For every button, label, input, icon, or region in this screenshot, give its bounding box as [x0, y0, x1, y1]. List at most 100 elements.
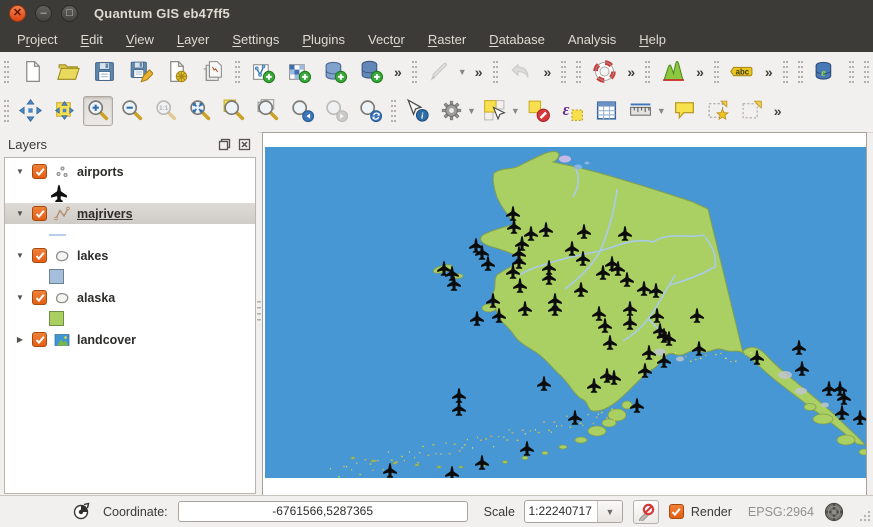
deselect-icon[interactable]: [524, 96, 554, 126]
labeling-icon[interactable]: abc: [727, 57, 757, 87]
map-tools-gear-dropdown-caret-icon[interactable]: ▼: [467, 106, 476, 116]
collapse-arrow-icon[interactable]: ▼: [15, 293, 25, 302]
window-close-button[interactable]: ✕: [9, 5, 26, 22]
mouse-position-icon[interactable]: [72, 502, 91, 521]
window-resize-grip[interactable]: [859, 510, 871, 525]
menu-raster[interactable]: Raster: [428, 32, 466, 47]
toolbar-overflow-chevron-icon[interactable]: »: [392, 64, 404, 80]
add-spatialite-layer-icon[interactable]: [356, 57, 386, 87]
pan-to-selection-icon[interactable]: [49, 96, 79, 126]
evis-database-icon[interactable]: e: [811, 57, 841, 87]
map-canvas[interactable]: [262, 132, 867, 496]
window-minimize-button[interactable]: –: [35, 5, 52, 22]
collapse-arrow-icon[interactable]: ▼: [15, 167, 25, 176]
toolbar-overflow-chevron-icon[interactable]: »: [542, 64, 554, 80]
help-contents-icon[interactable]: [589, 57, 619, 87]
zoom-refresh-icon[interactable]: [355, 96, 385, 126]
window-maximize-button[interactable]: □: [61, 5, 78, 22]
add-raster-layer-icon[interactable]: [284, 57, 314, 87]
menu-vector[interactable]: Vector: [368, 32, 405, 47]
toggle-editing-dropdown-caret-icon[interactable]: ▼: [458, 67, 467, 77]
crs-status-globe-icon[interactable]: [824, 502, 844, 522]
menu-settings[interactable]: Settings: [232, 32, 279, 47]
menu-database[interactable]: Database: [489, 32, 545, 47]
toolbar-drag-handle[interactable]: [233, 59, 242, 85]
layer-item-landcover[interactable]: ▶landcover: [5, 329, 255, 350]
open-project-icon[interactable]: [53, 57, 83, 87]
map-tips-icon[interactable]: [670, 96, 700, 126]
layer-name-label: alaska: [77, 291, 115, 305]
scale-combobox[interactable]: 1:22240717 ▼: [524, 500, 623, 523]
layer-item-alaska[interactable]: ▼ alaska: [5, 287, 255, 308]
toolbar-drag-handle[interactable]: [2, 59, 11, 85]
toolbar-drag-handle[interactable]: [559, 59, 568, 85]
zoom-out-icon[interactable]: [117, 96, 147, 126]
composer-manager-icon[interactable]: [197, 57, 227, 87]
new-project-icon[interactable]: [17, 57, 47, 87]
layer-visibility-checkbox[interactable]: [32, 206, 47, 221]
toolbar-drag-handle[interactable]: [781, 59, 790, 85]
collapse-arrow-icon[interactable]: ▼: [15, 209, 25, 218]
menu-view[interactable]: View: [126, 32, 154, 47]
menu-edit[interactable]: Edit: [80, 32, 102, 47]
layer-visibility-checkbox[interactable]: [32, 164, 47, 179]
toolbar-overflow-chevron-icon[interactable]: »: [473, 64, 485, 80]
attribute-table-icon[interactable]: [592, 96, 622, 126]
toolbar-drag-handle[interactable]: [574, 59, 583, 85]
menu-analysis[interactable]: Analysis: [568, 32, 616, 47]
measure-icon[interactable]: [626, 96, 656, 126]
add-postgis-layer-icon[interactable]: [320, 57, 350, 87]
toolbar-drag-handle[interactable]: [847, 59, 856, 85]
save-project-as-icon[interactable]: [125, 57, 155, 87]
layer-item-lakes[interactable]: ▼lakes: [5, 245, 255, 266]
zoom-to-selection-icon[interactable]: [219, 96, 249, 126]
toolbar-drag-handle[interactable]: [2, 98, 11, 124]
histogram-icon[interactable]: [658, 57, 688, 87]
layer-visibility-checkbox[interactable]: [32, 332, 47, 347]
float-panel-icon[interactable]: [217, 137, 232, 152]
zoom-to-layer-icon[interactable]: [253, 96, 283, 126]
select-features-icon[interactable]: [480, 96, 510, 126]
toolbar-overflow-chevron-icon[interactable]: »: [694, 64, 706, 80]
toolbar-overflow-chevron-icon[interactable]: »: [763, 64, 775, 80]
collapse-arrow-icon[interactable]: ▼: [15, 251, 25, 260]
menu-layer[interactable]: Layer: [177, 32, 210, 47]
new-bookmark-icon[interactable]: [704, 96, 734, 126]
toolbar-drag-handle[interactable]: [643, 59, 652, 85]
toolbar-drag-handle[interactable]: [862, 59, 871, 85]
show-bookmarks-icon[interactable]: [738, 96, 768, 126]
toolbar-drag-handle[interactable]: [796, 59, 805, 85]
toolbar-drag-handle[interactable]: [389, 98, 398, 124]
layer-visibility-checkbox[interactable]: [32, 248, 47, 263]
select-features-dropdown-caret-icon[interactable]: ▼: [511, 106, 520, 116]
menu-plugins[interactable]: Plugins: [302, 32, 345, 47]
menu-help[interactable]: Help: [639, 32, 666, 47]
close-panel-icon[interactable]: [237, 137, 252, 152]
toolbar-drag-handle[interactable]: [491, 59, 500, 85]
add-vector-layer-icon[interactable]: [248, 57, 278, 87]
map-tools-gear-icon[interactable]: [436, 96, 466, 126]
scale-value[interactable]: 1:22240717: [525, 501, 597, 522]
zoom-full-icon[interactable]: [185, 96, 215, 126]
toolbar-drag-handle[interactable]: [410, 59, 419, 85]
menu-project[interactable]: Project: [17, 32, 57, 47]
layer-item-majrivers[interactable]: ▼majrivers: [5, 203, 255, 224]
select-expression-icon[interactable]: ε: [558, 96, 588, 126]
toolbar-overflow-chevron-icon[interactable]: »: [772, 103, 784, 119]
toolbar-drag-handle[interactable]: [712, 59, 721, 85]
coordinate-input[interactable]: -6761566,5287365: [178, 501, 468, 522]
new-print-composer-icon[interactable]: [161, 57, 191, 87]
zoom-last-icon[interactable]: [287, 96, 317, 126]
pan-icon[interactable]: [15, 96, 45, 126]
identify-icon[interactable]: i: [402, 96, 432, 126]
layer-item-airports[interactable]: ▼airports: [5, 161, 255, 182]
measure-dropdown-caret-icon[interactable]: ▼: [657, 106, 666, 116]
stop-rendering-button[interactable]: [633, 500, 659, 524]
save-project-icon[interactable]: [89, 57, 119, 87]
zoom-in-icon[interactable]: [83, 96, 113, 126]
layer-visibility-checkbox[interactable]: [32, 290, 47, 305]
toolbar-overflow-chevron-icon[interactable]: »: [625, 64, 637, 80]
expand-arrow-icon[interactable]: ▶: [15, 335, 25, 344]
render-checkbox[interactable]: [669, 504, 684, 519]
scale-dropdown-arrow-icon[interactable]: ▼: [597, 501, 622, 522]
